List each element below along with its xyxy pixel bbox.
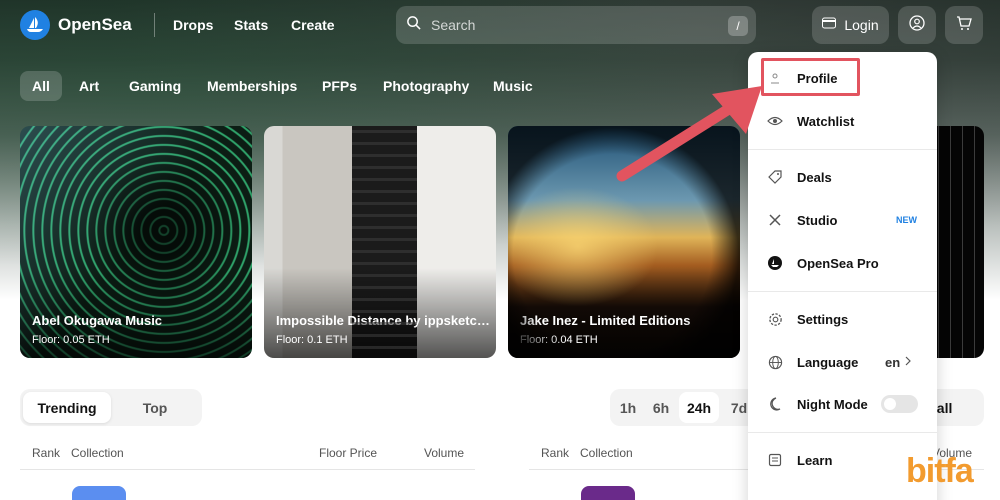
collection-card[interactable]: Abel Okugawa Music Floor: 0.05 ETH [20,126,252,358]
menu-item-language[interactable]: Language en [748,343,937,381]
menu-item-label: Language [797,354,859,370]
login-label: Login [844,17,879,33]
chevron-right-icon [905,353,911,371]
brand-name: OpenSea [58,15,132,34]
search-input[interactable] [431,17,711,33]
wallet-icon [822,16,837,34]
category-memberships[interactable]: Memberships [195,71,309,101]
column-header-rank: Rank [32,446,61,460]
menu-divider [748,432,937,433]
login-button[interactable]: Login [812,6,889,44]
category-photography[interactable]: Photography [371,71,481,101]
nav-link-stats[interactable]: Stats [234,17,268,33]
nav-divider [154,13,155,37]
menu-divider [748,291,937,292]
opensea-logo-icon [20,10,50,40]
menu-item-settings[interactable]: Settings [748,300,937,338]
menu-item-label: Studio [797,212,838,228]
collection-thumbnail[interactable] [581,486,635,500]
card-floor-price: Floor: 0.1 ETH [276,334,348,346]
menu-item-label: Watchlist [797,113,855,129]
column-header-floor-price: Floor Price [319,446,378,460]
cart-icon [956,15,972,36]
book-icon [767,452,783,468]
time-1h[interactable]: 1h [614,392,642,423]
menu-item-opensea-pro[interactable]: OpenSea Pro [748,244,937,282]
card-title: Impossible Distance by ippsketch... [276,313,491,328]
menu-item-deals[interactable]: Deals [748,158,937,196]
menu-item-label: Settings [797,311,849,327]
opensea-logo[interactable]: OpenSea [20,10,132,40]
nav-link-drops[interactable]: Drops [173,17,213,33]
column-header-volume: Volume [424,446,465,460]
card-floor-price: Floor: 0.05 ETH [32,334,110,346]
column-header-rank: Rank [541,446,570,460]
gear-icon [767,311,783,327]
menu-item-studio[interactable]: Studio NEW [748,201,937,239]
menu-item-label: Night Mode [797,396,868,412]
night-mode-toggle[interactable] [881,395,918,413]
card-title: Abel Okugawa Music [32,313,163,328]
menu-item-night-mode[interactable]: Night Mode [748,385,937,423]
menu-item-watchlist[interactable]: Watchlist [748,102,937,140]
search-bar[interactable]: / [396,6,756,44]
watermark-logo: bitfa [906,452,974,490]
account-dropdown-menu: Profile Watchlist Deals Studio NEW OpenS… [748,52,937,500]
search-icon [406,15,421,35]
menu-divider [748,149,937,150]
category-gaming[interactable]: Gaming [117,71,193,101]
time-6h[interactable]: 6h [646,392,676,423]
globe-icon [767,354,783,370]
category-music[interactable]: Music [481,71,545,101]
cart-button[interactable] [945,6,983,44]
card-shade [508,268,740,358]
collection-card[interactable]: Impossible Distance by ippsketch... Floo… [264,126,496,358]
moon-icon [767,396,783,412]
category-all[interactable]: All [20,71,62,101]
opensea-pro-icon [767,255,783,271]
time-24h[interactable]: 24h [679,392,719,423]
category-art[interactable]: Art [67,71,111,101]
menu-item-label: OpenSea Pro [797,255,879,271]
table-divider [20,469,475,470]
card-title: Jake Inez - Limited Editions [520,313,691,328]
menu-item-label: Deals [797,169,832,185]
annotation-arrow [616,86,762,182]
tools-icon [767,212,783,228]
profile-highlight-box [761,58,860,96]
category-pfps[interactable]: PFPs [310,71,369,101]
menu-item-label: Learn [797,452,833,468]
nav-link-create[interactable]: Create [291,17,335,33]
collection-thumbnail[interactable] [72,486,126,500]
card-floor-price: Floor: 0.04 ETH [520,334,598,346]
time-range-selector: 1h 6h 24h 7d [610,389,760,426]
account-icon [909,14,925,36]
search-shortcut-key: / [728,16,748,36]
account-button[interactable] [898,6,936,44]
column-header-collection: Collection [71,446,124,460]
top-navbar: OpenSea Drops Stats Create / Login [0,0,1000,50]
column-header-collection: Collection [580,446,633,460]
new-badge: NEW [896,215,917,225]
tab-trending[interactable]: Trending [23,392,111,423]
tab-top[interactable]: Top [111,392,199,423]
ranking-type-toggle: Trending Top [20,389,202,426]
language-value: en [885,354,901,370]
card-shade [20,268,252,358]
